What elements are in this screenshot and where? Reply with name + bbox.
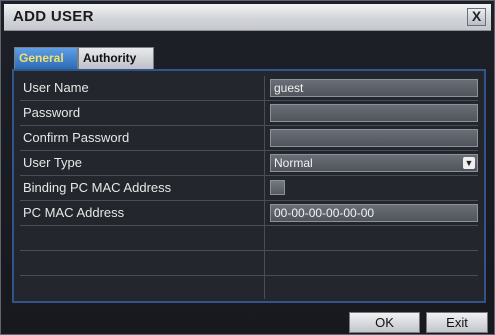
row-confirm-password: Confirm Password bbox=[20, 126, 478, 151]
empty-row bbox=[20, 276, 478, 299]
close-icon[interactable]: X bbox=[467, 8, 486, 26]
empty-row bbox=[20, 251, 478, 276]
user-type-label: User Type bbox=[23, 155, 83, 170]
empty-row bbox=[20, 226, 478, 251]
confirm-password-label: Confirm Password bbox=[23, 130, 130, 145]
row-binding-mac: Binding PC MAC Address bbox=[20, 176, 478, 201]
user-type-select[interactable]: Normal ▼ bbox=[270, 154, 478, 172]
ok-button[interactable]: OK bbox=[349, 312, 420, 333]
dialog-title: ADD USER bbox=[13, 8, 94, 25]
binding-mac-checkbox[interactable] bbox=[270, 180, 285, 195]
password-input[interactable] bbox=[270, 104, 478, 122]
add-user-dialog: ADD USER X General Authority User Name g… bbox=[0, 0, 495, 335]
chevron-down-icon[interactable]: ▼ bbox=[463, 157, 475, 169]
tab-general[interactable]: General bbox=[14, 47, 78, 69]
pc-mac-input[interactable]: 00-00-00-00-00-00 bbox=[270, 204, 478, 222]
user-name-input[interactable]: guest bbox=[270, 79, 478, 97]
title-bar: ADD USER X bbox=[4, 4, 491, 31]
user-type-value: Normal bbox=[274, 156, 313, 170]
binding-mac-label: Binding PC MAC Address bbox=[23, 180, 172, 195]
user-name-label: User Name bbox=[23, 80, 89, 95]
general-panel: User Name guest Password Confirm Passwor… bbox=[12, 69, 486, 303]
exit-button[interactable]: Exit bbox=[426, 312, 488, 333]
row-user-name: User Name guest bbox=[20, 76, 478, 101]
tab-authority[interactable]: Authority bbox=[78, 47, 154, 69]
password-label: Password bbox=[23, 105, 81, 120]
row-password: Password bbox=[20, 101, 478, 126]
row-user-type: User Type Normal ▼ bbox=[20, 151, 478, 176]
row-pc-mac: PC MAC Address 00-00-00-00-00-00 bbox=[20, 201, 478, 226]
pc-mac-label: PC MAC Address bbox=[23, 205, 125, 220]
confirm-password-input[interactable] bbox=[270, 129, 478, 147]
